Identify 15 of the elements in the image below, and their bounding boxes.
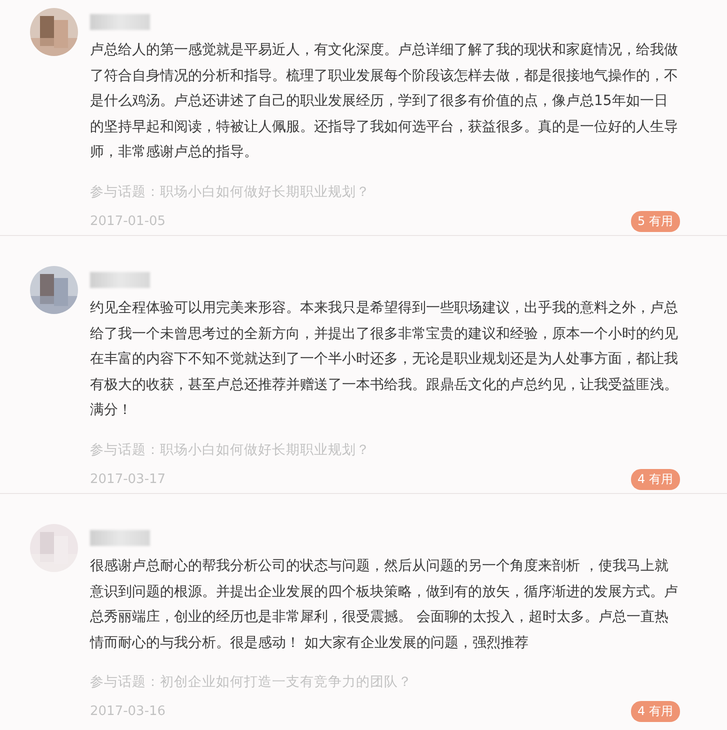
blurred-name bbox=[90, 14, 150, 30]
review-date: 2017-03-16 bbox=[90, 704, 166, 719]
review-date: 2017-01-05 bbox=[90, 214, 166, 228]
review-text: 卢总给人的第一感觉就是平易近人，有文化深度。卢总详细了解了我的现状和家庭情况，给我做了符合自身情况的分析和指导。梳理了职业发展每个阶段该怎样去做，都是很接地气操作的，不是什么鸡汤。卢总还讲述了自己的职业发展经历，学到了很多有价值的点，像卢总15年如一日的坚持早起和阅读，特被让人佩服。还指导了我如何选平台，获益很多。真的是一位好的人生导师，非常感谢卢总的指导。 bbox=[90, 41, 679, 162]
review-text: 很感谢卢总耐心的帮我分析公司的状态与问题，然后从问题的另一个角度来剖析 ，使我马上就意识到问题的根源。并提出企业发展的四个板块策略，做到有的放矢，循序渐进的发展方式。卢总秀丽端庄，创业的经历也是非常犀利，很受震撼。 会面聊的太投入，超时太多。卢总一直热情而耐心的与我分析。很是感动！ 如大家有企业发展的问题，强烈推荐 bbox=[90, 557, 679, 652]
blurred-name bbox=[90, 272, 150, 288]
blurred-name bbox=[90, 530, 150, 546]
useful-button[interactable]: 4 有用 bbox=[630, 468, 680, 490]
review-text: 约见全程体验可以用完美来形容。本来我只是希望得到一些职场建议，出乎我的意料之外，卢总给了我一个未曾思考过的全新方向，并提出了很多非常宝贵的建议和经验，原本一个小时的约见在丰富的内容下不知不觉就达到了一个半小时还多，无论是职业规划还是为人处事方面，都让我有极大的收获，甚至卢总还推荐并赠送了一本书给我。跟鼎岳文化的卢总约见，让我受益匪浅。满分！ bbox=[90, 299, 679, 420]
topic-link[interactable]: 参与话题：职场小白如何做好长期职业规划？ bbox=[90, 182, 680, 200]
useful-button[interactable]: 5 有用 bbox=[630, 210, 680, 232]
review-date: 2017-03-17 bbox=[90, 472, 166, 486]
topic-link[interactable]: 参与话题：职场小白如何做好长期职业规划？ bbox=[90, 440, 680, 458]
topic-link[interactable]: 参与话题：初创企业如何打造一支有竞争力的团队？ bbox=[90, 673, 680, 691]
useful-button[interactable]: 4 有用 bbox=[630, 701, 680, 722]
